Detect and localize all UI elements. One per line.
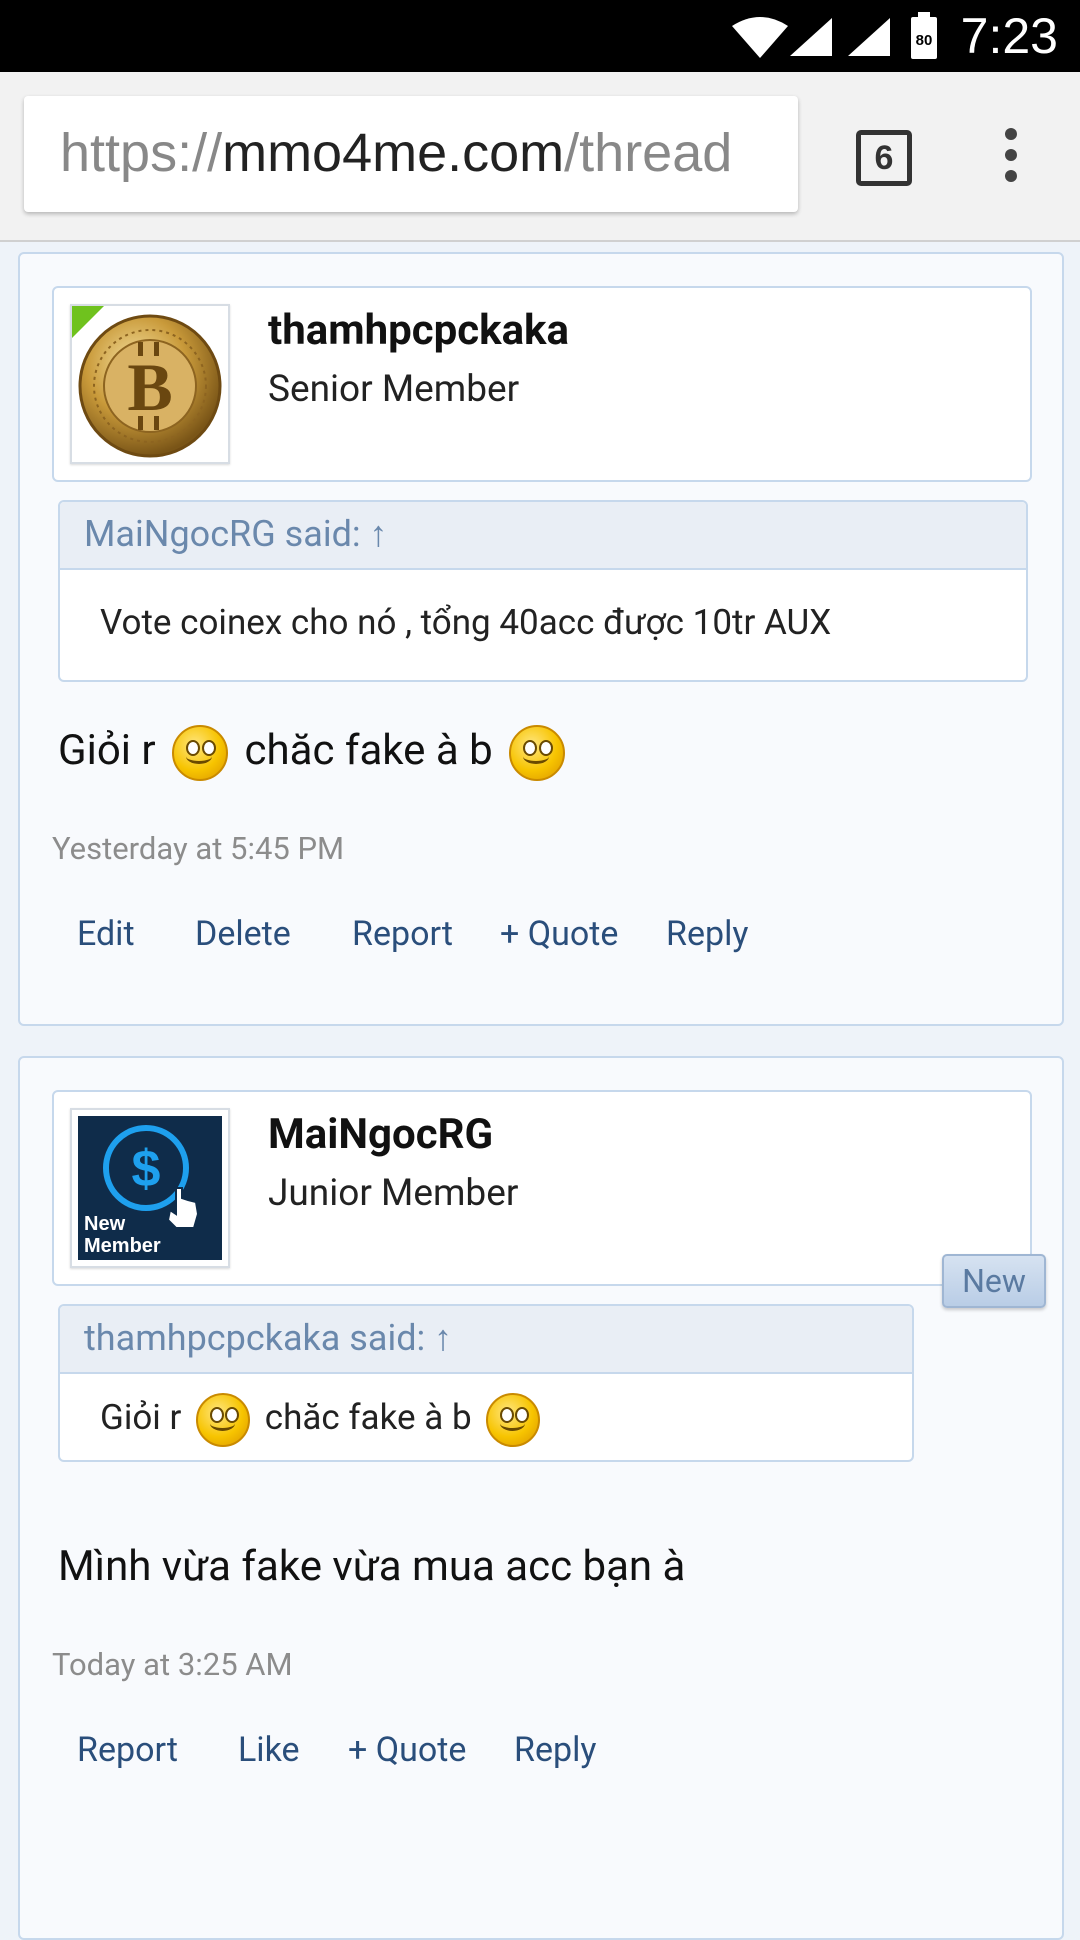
- post-message: Mình vừa fake vừa mua acc bạn à: [58, 1542, 686, 1591]
- quote-link[interactable]: + Quote: [348, 1730, 466, 1770]
- username[interactable]: thamhpcpckaka: [268, 306, 569, 355]
- quote-text: chăc fake à b: [264, 1397, 472, 1438]
- smiley-icon: [509, 724, 566, 781]
- edit-link[interactable]: Edit: [77, 914, 135, 954]
- more-vert-icon[interactable]: [1000, 128, 1022, 188]
- post-date[interactable]: Today at 3:25 AM: [52, 1646, 293, 1683]
- url-host: mmo4me.com: [222, 123, 565, 183]
- url-bar[interactable]: https://mmo4me.com/thread: [24, 96, 798, 212]
- post-actions: Edit Delete Report + Quote Reply: [20, 914, 1020, 964]
- avatar[interactable]: $ New Member: [70, 1108, 230, 1268]
- avatar-caption: Member: [84, 1235, 161, 1257]
- wifi-icon: [732, 17, 788, 58]
- battery-icon: 80: [911, 12, 937, 59]
- url-text: https://mmo4me.com/thread: [60, 120, 732, 186]
- quote-block: thamhpcpckaka said: ↑ Giỏi r chăc fake à…: [58, 1304, 914, 1462]
- reply-link[interactable]: Reply: [514, 1730, 596, 1770]
- signal-icon: [848, 18, 890, 56]
- user-title: Junior Member: [268, 1172, 519, 1215]
- message-text: chăc fake à b: [244, 726, 493, 775]
- clock: 7:23: [960, 8, 1058, 64]
- url-path: /thread: [564, 123, 733, 183]
- post: $ New Member MaiNgocRG Junior Member tha…: [18, 1056, 1064, 1940]
- quote-link[interactable]: + Quote: [500, 914, 618, 954]
- new-post-badge: New: [942, 1254, 1046, 1308]
- quote-body: Giỏi r chăc fake à b: [60, 1374, 912, 1460]
- quote-header[interactable]: thamhpcpckaka said: ↑: [60, 1306, 912, 1374]
- user-info: B thamhpcpckaka Senior Member: [52, 286, 1032, 482]
- status-bar: 80 7:23: [0, 0, 1080, 72]
- user-title: Senior Member: [268, 368, 520, 411]
- quote-body: Vote coinex cho nó , tổng 40acc được 10t…: [100, 602, 832, 643]
- smiley-icon: [196, 1392, 251, 1447]
- user-info: $ New Member MaiNgocRG Junior Member: [52, 1090, 1032, 1286]
- post: B thamhpcpckaka Senior Member MaiNgocRG …: [18, 252, 1064, 1026]
- tab-switcher-button[interactable]: 6: [856, 130, 912, 186]
- new-member-dollar-icon: $ New Member: [78, 1116, 222, 1260]
- battery-level: 80: [916, 32, 933, 49]
- avatar[interactable]: B: [70, 304, 230, 464]
- browser-toolbar: https://mmo4me.com/thread 6: [0, 72, 1080, 242]
- signal-icon: [790, 18, 832, 56]
- post-date[interactable]: Yesterday at 5:45 PM: [52, 830, 344, 867]
- smiley-icon: [486, 1392, 541, 1447]
- online-indicator: [72, 306, 104, 338]
- url-scheme: https://: [60, 123, 223, 183]
- quote-header[interactable]: MaiNgocRG said: ↑: [60, 502, 1026, 570]
- reply-link[interactable]: Reply: [666, 914, 748, 954]
- username[interactable]: MaiNgocRG: [268, 1110, 493, 1159]
- report-link[interactable]: Report: [352, 914, 453, 954]
- like-link[interactable]: Like: [238, 1730, 300, 1770]
- post-message: Giỏi r chăc fake à b: [58, 718, 571, 784]
- avatar-caption: New: [84, 1213, 126, 1235]
- delete-link[interactable]: Delete: [195, 914, 291, 954]
- svg-text:B: B: [127, 349, 172, 425]
- quote-block: MaiNgocRG said: ↑ Vote coinex cho nó , t…: [58, 500, 1028, 682]
- svg-text:$: $: [132, 1140, 161, 1198]
- quote-text: Giỏi r: [100, 1397, 182, 1438]
- smiley-icon: [172, 724, 229, 781]
- report-link[interactable]: Report: [77, 1730, 178, 1770]
- message-text: Giỏi r: [58, 726, 156, 775]
- post-actions: Report Like + Quote Reply: [20, 1730, 1020, 1780]
